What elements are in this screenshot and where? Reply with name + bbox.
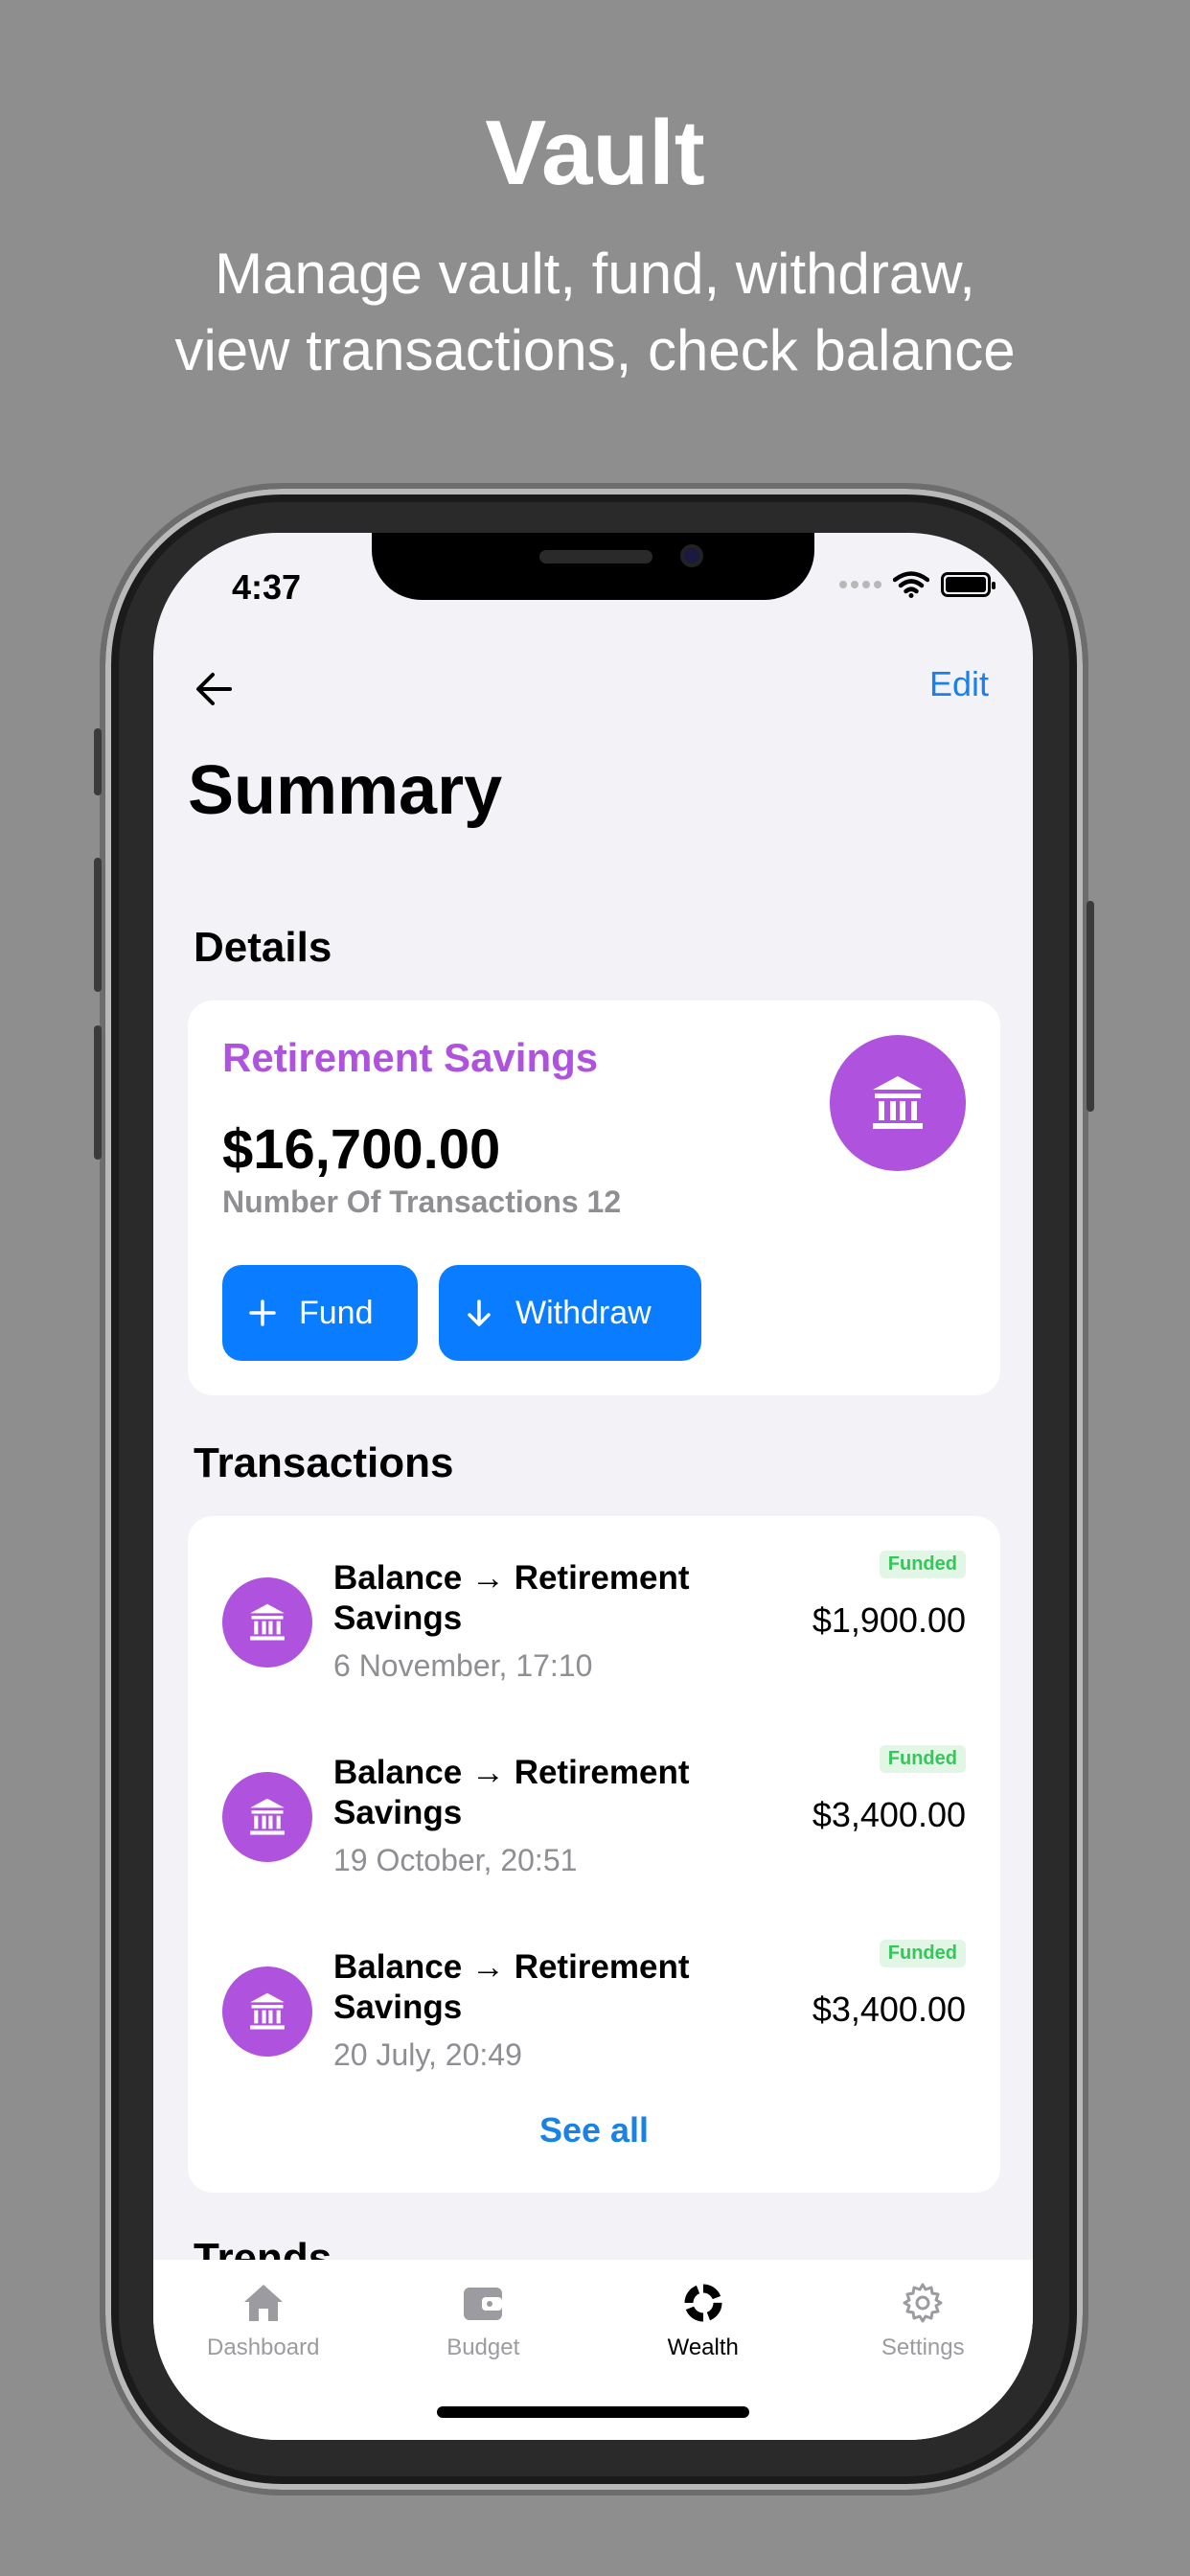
app-screen: 4:37 Edit Summary Details Retirement Sav…: [153, 533, 1033, 2440]
promo-subtitle: Manage vault, fund, withdraw, view trans…: [0, 236, 1190, 389]
wifi-icon: [893, 571, 929, 598]
transaction-avatar: [222, 1966, 312, 2057]
back-button[interactable]: [188, 662, 241, 716]
transaction-avatar: [222, 1577, 312, 1668]
battery-icon: [941, 572, 995, 597]
details-section-title: Details: [194, 924, 332, 971]
transaction-amount: $3,400.00: [812, 1990, 966, 2029]
wealth-ring-icon: [684, 2284, 722, 2322]
transaction-date: 6 November, 17:10: [333, 1648, 593, 1683]
edit-button[interactable]: Edit: [929, 664, 989, 704]
fund-button-label: Fund: [299, 1294, 374, 1331]
vault-details-card: Retirement Savings $16,700.00 Number Of …: [188, 1000, 1000, 1395]
tab-label: Dashboard: [207, 2334, 320, 2360]
wallet-icon: [464, 2288, 503, 2320]
status-badge: Funded: [879, 1745, 966, 1773]
tab-label: Budget: [446, 2334, 520, 2360]
transaction-row[interactable]: Balance → Retirement Savings 6 November,…: [188, 1516, 1000, 1704]
transaction-date: 19 October, 20:51: [333, 1843, 578, 1877]
withdraw-button-label: Withdraw: [515, 1294, 652, 1331]
tab-label: Settings: [881, 2334, 965, 2360]
front-camera: [680, 544, 703, 567]
promo-subtitle-line-2: view transactions, check balance: [174, 318, 1016, 382]
transaction-row[interactable]: Balance → Retirement Savings 20 July, 20…: [188, 1905, 1000, 2093]
transaction-row[interactable]: Balance → Retirement Savings 19 October,…: [188, 1711, 1000, 1898]
plus-icon: [249, 1300, 276, 1326]
transactions-card: Balance → Retirement Savings 6 November,…: [188, 1516, 1000, 2193]
bank-icon: [250, 1798, 285, 1835]
transaction-title: Balance → Retirement Savings: [333, 1754, 690, 1831]
fund-button[interactable]: Fund: [222, 1265, 418, 1361]
notch: [372, 533, 814, 600]
phone-volume-up: [94, 858, 102, 992]
transaction-avatar: [222, 1772, 312, 1862]
transaction-amount: $1,900.00: [812, 1600, 966, 1640]
arrow-down-icon: [468, 1300, 491, 1326]
withdraw-button[interactable]: Withdraw: [439, 1265, 701, 1361]
phone-power-button: [1087, 901, 1094, 1112]
bank-icon: [250, 1992, 285, 2030]
status-time: 4:37: [232, 567, 302, 607]
tab-label: Wealth: [667, 2334, 739, 2360]
transaction-date: 20 July, 20:49: [333, 2037, 522, 2072]
gear-icon: [903, 2283, 943, 2323]
vault-avatar: [830, 1035, 966, 1171]
house-icon: [243, 2285, 283, 2321]
speaker-grille: [539, 550, 652, 564]
transactions-section-title: Transactions: [194, 1439, 454, 1486]
phone-mute-switch: [94, 728, 102, 795]
promo-title: Vault: [485, 102, 705, 204]
cellular-signal-icon: [839, 581, 881, 588]
promo-subtitle-line-1: Manage vault, fund, withdraw,: [215, 242, 975, 306]
bank-icon: [873, 1076, 923, 1129]
transaction-amount: $3,400.00: [812, 1795, 966, 1834]
tab-dashboard[interactable]: Dashboard: [153, 2260, 374, 2440]
arrow-left-icon: [196, 673, 232, 705]
status-badge: Funded: [879, 1940, 966, 1967]
phone-volume-down: [94, 1025, 102, 1160]
vault-name: Retirement Savings: [222, 1035, 599, 1080]
page-title: Summary: [188, 752, 503, 829]
vault-balance: $16,700.00: [222, 1118, 501, 1181]
bank-icon: [250, 1603, 285, 1641]
status-badge: Funded: [879, 1551, 966, 1578]
transaction-title: Balance → Retirement Savings: [333, 1948, 690, 2026]
tab-settings[interactable]: Settings: [813, 2260, 1034, 2440]
status-indicators: [839, 571, 995, 598]
home-indicator[interactable]: [437, 2406, 749, 2418]
transaction-title: Balance → Retirement Savings: [333, 1559, 690, 1637]
transactions-count: Number Of Transactions 12: [222, 1184, 622, 1219]
see-all-link[interactable]: See all: [188, 2110, 1000, 2150]
